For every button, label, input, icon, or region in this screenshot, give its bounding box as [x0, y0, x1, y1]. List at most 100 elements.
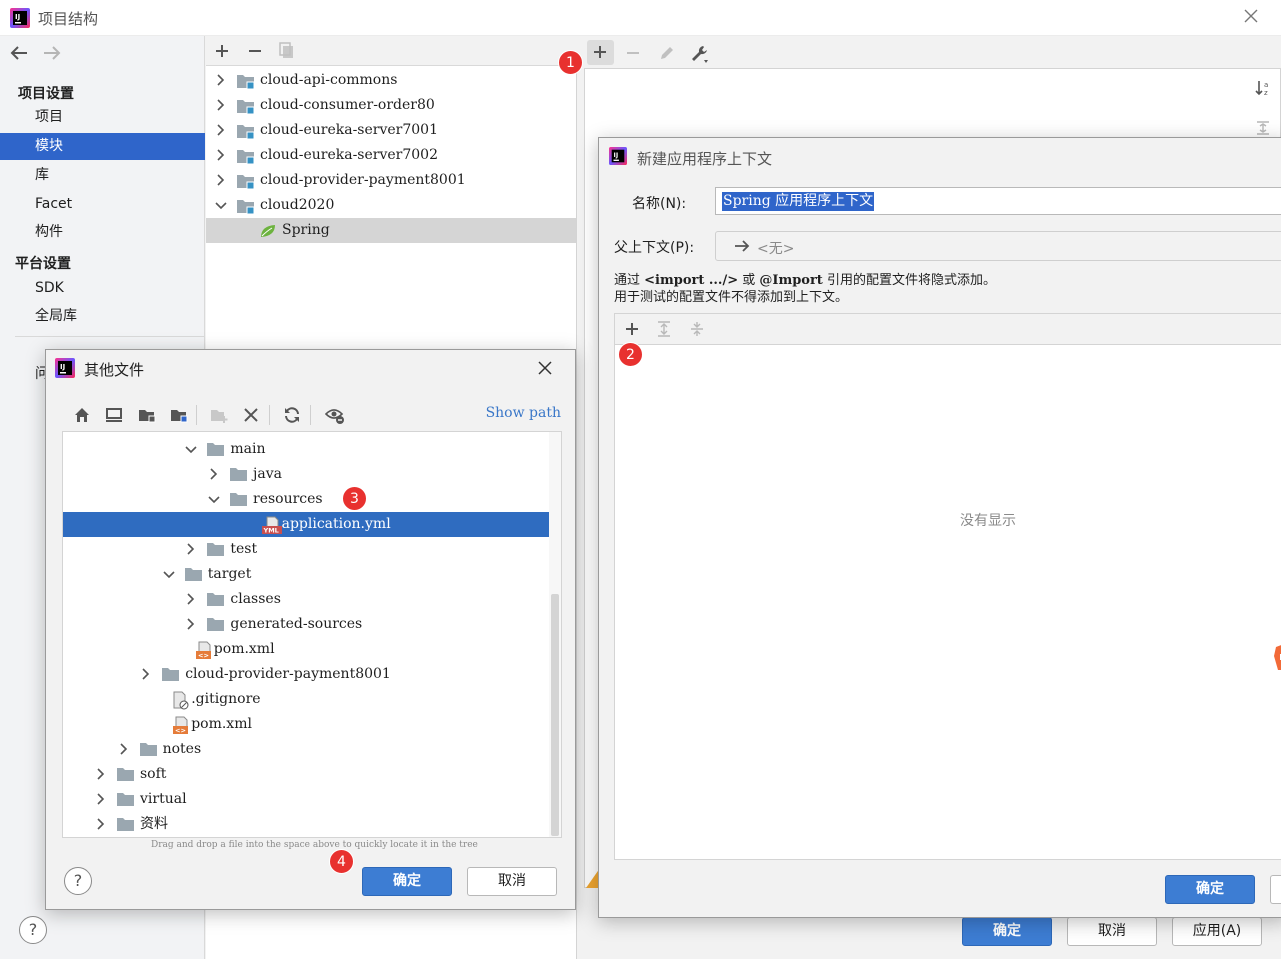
file-row[interactable]: <> pom.xml [63, 712, 561, 737]
folder-row[interactable]: generated-sources [63, 612, 561, 637]
apply-button[interactable]: 应用(A) [1172, 917, 1262, 946]
chevron-down-icon[interactable] [162, 568, 176, 580]
module-row[interactable]: cloud-eureka-server7001 [206, 118, 576, 143]
sort-icon[interactable]: az [1254, 79, 1272, 97]
add-icon[interactable] [624, 321, 640, 337]
chevron-right-icon[interactable] [214, 124, 228, 136]
arrow-left-icon[interactable] [10, 45, 28, 61]
chevron-right-icon[interactable] [94, 768, 108, 780]
chevron-right-icon[interactable] [184, 543, 198, 555]
folder-row[interactable]: virtual [63, 787, 561, 812]
ok-button[interactable]: 确定 [962, 917, 1052, 946]
cancel-button[interactable]: 取消 [467, 867, 557, 896]
file-tree[interactable]: main java resources YML application.yml test t… [62, 431, 562, 838]
scrollbar-thumb[interactable] [551, 594, 559, 836]
close-icon[interactable] [1243, 8, 1259, 24]
sidebar-item-modules[interactable]: 模块 [0, 133, 205, 160]
module-row[interactable]: cloud-provider-payment8001 [206, 168, 576, 193]
sidebar-item-sdk[interactable]: SDK [0, 275, 205, 302]
expand-all-icon[interactable] [1254, 119, 1272, 137]
chevron-right-icon[interactable] [207, 468, 221, 480]
folder-icon [161, 666, 181, 683]
chevron-right-icon[interactable] [184, 618, 198, 630]
help-button[interactable]: ? [19, 916, 47, 944]
file-row[interactable]: <> pom.xml [63, 637, 561, 662]
window-title: 项目结构 [38, 10, 99, 28]
copy-icon[interactable] [278, 41, 296, 59]
cancel-button[interactable] [1270, 875, 1281, 904]
chevron-right-icon[interactable] [94, 793, 108, 805]
new-folder-icon[interactable] [207, 403, 231, 427]
module-row[interactable]: cloud2020 [206, 193, 576, 218]
chevron-down-icon[interactable] [207, 493, 221, 505]
chevron-right-icon[interactable] [214, 174, 228, 186]
remove-icon[interactable] [625, 45, 641, 61]
chevron-right-icon[interactable] [214, 74, 228, 86]
module-row[interactable]: cloud-eureka-server7002 [206, 143, 576, 168]
folder-row[interactable]: soft [63, 762, 561, 787]
folder-row[interactable]: resources [63, 487, 561, 512]
chevron-right-icon[interactable] [139, 668, 153, 680]
chevron-right-icon[interactable] [214, 149, 228, 161]
delete-icon[interactable] [239, 403, 263, 427]
folder-icon [206, 616, 226, 633]
facet-row-spring[interactable]: Spring [206, 218, 576, 243]
project-folder-icon[interactable] [135, 403, 159, 427]
file-row[interactable]: YML application.yml [63, 512, 561, 537]
dialog-title: 其他文件 [84, 361, 145, 379]
parent-context-select[interactable]: <无> [715, 231, 1281, 261]
module-row[interactable]: cloud-api-commons [206, 68, 576, 93]
remove-icon[interactable] [247, 43, 263, 59]
expand-all-icon[interactable] [655, 320, 673, 338]
module-row[interactable]: cloud-consumer-order80 [206, 93, 576, 118]
folder-row[interactable]: 资料 [63, 812, 561, 837]
chevron-right-icon[interactable] [94, 818, 108, 830]
folder-row[interactable]: java [63, 462, 561, 487]
edit-pencil-icon[interactable] [658, 44, 676, 62]
add-context-button[interactable] [587, 40, 614, 65]
folder-icon [206, 541, 226, 558]
chevron-down-icon[interactable] [184, 443, 198, 455]
home-icon[interactable] [70, 403, 94, 427]
close-icon[interactable] [537, 360, 553, 376]
sidebar-item-artifacts[interactable]: 构件 [0, 219, 205, 246]
name-input[interactable]: Spring 应用程序上下文 [715, 187, 1281, 215]
chevron-right-icon[interactable] [214, 99, 228, 111]
folder-row[interactable]: target [63, 562, 561, 587]
sidebar-item-global-libraries[interactable]: 全局库 [0, 303, 205, 330]
intellij-logo-icon: IJ [609, 147, 627, 165]
folder-row[interactable]: notes [63, 737, 561, 762]
help-button[interactable]: ? [64, 867, 92, 895]
collapse-all-icon[interactable] [688, 320, 706, 338]
ok-button[interactable]: 确定 [362, 867, 452, 896]
sidebar-item-libraries[interactable]: 库 [0, 162, 205, 189]
step-badge-1: 1 [558, 50, 583, 75]
module-folder-icon [236, 98, 256, 115]
folder-icon [229, 466, 249, 483]
folder-icon [116, 791, 136, 808]
desktop-icon[interactable] [102, 403, 126, 427]
show-hidden-icon[interactable] [323, 403, 347, 427]
chevron-down-icon[interactable] [214, 199, 228, 211]
arrow-right-icon[interactable] [43, 45, 61, 61]
cancel-button[interactable]: 取消 [1067, 917, 1157, 946]
chevron-right-icon[interactable] [184, 593, 198, 605]
add-icon[interactable] [214, 43, 230, 59]
tree-item-label: virtual [140, 791, 187, 807]
folder-row[interactable]: classes [63, 587, 561, 612]
chevron-right-icon[interactable] [117, 743, 131, 755]
sidebar-item-facets[interactable]: Facet [0, 191, 205, 218]
tree-item-label: notes [162, 741, 202, 757]
ok-button[interactable]: 确定 [1165, 875, 1255, 904]
folder-row[interactable]: test [63, 537, 561, 562]
folder-row[interactable]: cloud-provider-payment8001 [63, 662, 561, 687]
config-files-list[interactable]: 没有显示 [614, 344, 1281, 860]
file-row[interactable]: .gitignore [63, 687, 561, 712]
sidebar-item-project[interactable]: 项目 [0, 104, 205, 131]
show-path-link[interactable]: Show path [486, 405, 561, 421]
step-badge-4: 4 [329, 849, 354, 874]
module-folder-icon[interactable] [167, 403, 191, 427]
refresh-icon[interactable] [280, 403, 304, 427]
wrench-icon[interactable] [690, 44, 710, 64]
folder-row[interactable]: main [63, 437, 561, 462]
